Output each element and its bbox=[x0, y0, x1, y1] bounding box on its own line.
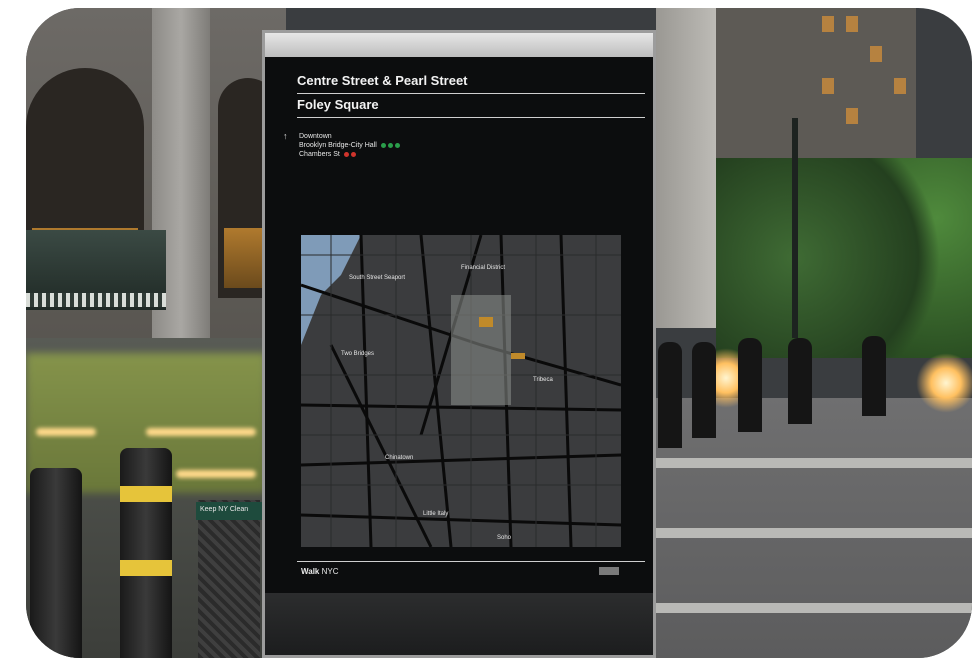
headlight-streak bbox=[146, 428, 256, 436]
map-label: Chinatown bbox=[385, 455, 413, 461]
subway-dot-icon bbox=[387, 142, 393, 148]
crosswalk-stripe bbox=[656, 603, 972, 613]
map-label: Soho bbox=[497, 535, 512, 541]
city-seal bbox=[599, 567, 619, 575]
crosswalk-stripe bbox=[656, 528, 972, 538]
location-title: Centre Street & Pearl Street bbox=[297, 73, 468, 88]
arrow-up-icon: ↑ bbox=[283, 131, 288, 141]
bollard bbox=[658, 342, 682, 448]
bollard bbox=[692, 342, 716, 438]
direction-line: Downtown bbox=[299, 133, 332, 140]
area-name: Foley Square bbox=[297, 97, 379, 112]
divider bbox=[297, 93, 645, 94]
divider bbox=[297, 561, 645, 562]
walknyc-logo: Walk NYC bbox=[301, 567, 339, 576]
car-headlight bbox=[916, 353, 972, 413]
subway-dot-icon bbox=[394, 142, 400, 148]
direction-line: Brooklyn Bridge-City Hall bbox=[299, 142, 400, 150]
headlight-streak bbox=[176, 470, 256, 478]
direction-line: Chambers St bbox=[299, 151, 356, 159]
map-label: South Street Seaport bbox=[349, 275, 405, 281]
trash-can bbox=[198, 500, 260, 658]
trash-can-label: Keep NY Clean bbox=[200, 506, 249, 513]
subway-dot-icon bbox=[350, 151, 356, 157]
subway-dot-icon bbox=[380, 142, 386, 148]
sign-cap bbox=[265, 33, 653, 57]
bollard bbox=[788, 338, 812, 424]
bollard bbox=[862, 336, 886, 416]
trees bbox=[716, 158, 972, 358]
neighborhood-map: South Street Seaport Financial District … bbox=[301, 235, 621, 547]
map-label: Little Italy bbox=[423, 511, 448, 517]
divider bbox=[297, 117, 645, 118]
map-graphic: South Street Seaport Financial District … bbox=[301, 235, 621, 547]
subway-dot-icon bbox=[343, 151, 349, 157]
map-label: Two Bridges bbox=[341, 351, 374, 357]
bollard bbox=[738, 338, 762, 432]
map-label: Tribeca bbox=[533, 377, 553, 383]
sign-base bbox=[265, 593, 653, 655]
wayfinding-sign: Centre Street & Pearl Street Foley Squar… bbox=[262, 30, 656, 658]
lane-marking bbox=[656, 458, 972, 468]
street-lamp bbox=[792, 118, 798, 338]
headlight-streak bbox=[36, 428, 96, 436]
bollard bbox=[30, 468, 82, 658]
bollard bbox=[120, 448, 172, 658]
kiosk-awning bbox=[26, 293, 166, 307]
stone-column-right bbox=[656, 8, 716, 328]
office-building bbox=[716, 8, 916, 178]
map-label: Financial District bbox=[461, 265, 505, 271]
street-photo: Keep NY Clean Centre Street & Pearl Stre… bbox=[26, 8, 972, 658]
